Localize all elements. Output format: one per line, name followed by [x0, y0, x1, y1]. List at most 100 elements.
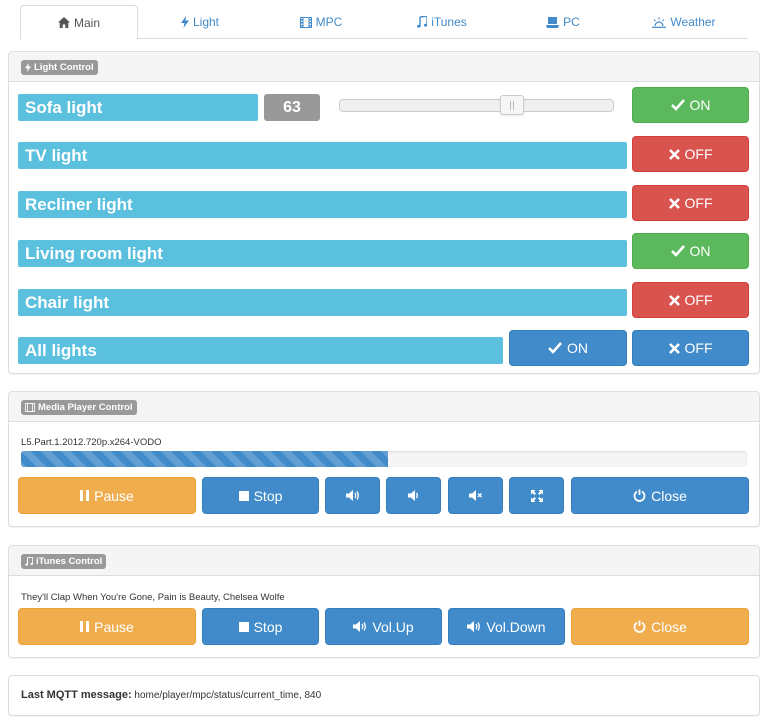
- all-lights-off-button[interactable]: OFF: [632, 330, 749, 366]
- button-label: Close: [651, 618, 687, 635]
- close-icon: [668, 294, 680, 306]
- bolt-icon: [180, 16, 189, 28]
- panel-title: iTunes Control: [36, 556, 103, 567]
- film-icon: [299, 16, 312, 28]
- chair-light-off-button[interactable]: OFF: [632, 282, 749, 318]
- button-label: Pause: [94, 618, 134, 635]
- volume-up-icon: [353, 621, 367, 632]
- computer-icon: [546, 16, 560, 28]
- button-label: OFF: [684, 340, 713, 356]
- tv-light-label: TV light: [18, 142, 627, 169]
- tab-label: Main: [73, 15, 100, 30]
- now-playing-text: L5.Part.1.2012.720p.x264-VODO: [21, 437, 162, 448]
- tab-itunes[interactable]: iTunes: [383, 5, 501, 39]
- all-lights-on-button[interactable]: ON: [509, 330, 627, 366]
- sun-icon: [652, 16, 667, 28]
- mqtt-status-panel: Last MQTT message: home/player/mpc/statu…: [8, 675, 760, 716]
- volume-down-icon: [467, 621, 481, 632]
- living-room-light-on-button[interactable]: ON: [632, 233, 749, 269]
- button-label: Stop: [253, 487, 283, 504]
- living-room-light-label: Living room light: [18, 240, 627, 267]
- film-icon: [25, 403, 35, 412]
- tab-main[interactable]: Main: [20, 5, 138, 40]
- itunes-volume-down-button[interactable]: Vol.Down: [448, 608, 565, 645]
- fullscreen-icon: [530, 489, 543, 502]
- itunes-volume-up-button[interactable]: Vol.Up: [325, 608, 442, 645]
- button-label: Pause: [94, 487, 134, 504]
- panel-title-badge: Media Player Control: [21, 400, 137, 415]
- itunes-pause-button[interactable]: Pause: [18, 608, 196, 645]
- button-label: Vol.Up: [372, 618, 414, 635]
- bolt-icon: [25, 63, 31, 72]
- close-icon: [668, 148, 680, 160]
- tab-label: PC: [563, 15, 580, 29]
- tab-mpc[interactable]: MPC: [262, 5, 380, 39]
- stop-icon: [238, 490, 249, 501]
- button-label: ON: [567, 340, 588, 356]
- panel-heading: iTunes Control: [9, 546, 759, 576]
- pause-icon: [80, 490, 90, 501]
- chair-light-label: Chair light: [18, 289, 627, 316]
- panel-heading: Media Player Control: [9, 392, 759, 422]
- power-icon: [633, 489, 646, 502]
- media-mute-button[interactable]: [448, 477, 503, 514]
- panel-heading: Light Control: [9, 52, 759, 82]
- volume-up-icon: [345, 490, 360, 501]
- mqtt-message: home/player/mpc/status/current_time, 840: [134, 690, 322, 701]
- button-label: Vol.Down: [486, 618, 546, 635]
- check-icon: [670, 99, 685, 111]
- tab-label: MPC: [315, 15, 343, 29]
- media-pause-button[interactable]: Pause: [18, 477, 196, 514]
- sofa-light-value-badge: 63: [264, 94, 320, 121]
- itunes-now-playing-text: They'll Clap When You're Gone, Pain is B…: [21, 592, 285, 603]
- check-icon: [548, 342, 562, 354]
- light-control-panel: Light Control Sofa light 63 ON TV light …: [8, 51, 760, 374]
- panel-title-badge: Light Control: [21, 60, 98, 75]
- media-progress-bar[interactable]: [21, 451, 747, 467]
- itunes-close-button[interactable]: Close: [571, 608, 749, 645]
- power-icon: [633, 620, 646, 633]
- tv-light-off-button[interactable]: OFF: [632, 136, 749, 172]
- media-fullscreen-button[interactable]: [509, 477, 564, 514]
- close-icon: [668, 197, 680, 209]
- tab-label: Light: [192, 15, 220, 29]
- button-label: ON: [689, 97, 711, 113]
- music-icon: [25, 557, 33, 566]
- media-volume-down-button[interactable]: [386, 477, 441, 514]
- media-close-button[interactable]: Close: [571, 477, 749, 514]
- recliner-light-label: Recliner light: [18, 191, 627, 218]
- media-volume-up-button[interactable]: [325, 477, 380, 514]
- sofa-light-on-button[interactable]: ON: [632, 87, 749, 123]
- panel-title: Media Player Control: [38, 402, 133, 413]
- sofa-light-slider-handle[interactable]: [500, 95, 525, 115]
- button-label: Stop: [253, 618, 283, 635]
- tab-light[interactable]: Light: [141, 5, 259, 39]
- tab-pc[interactable]: PC: [504, 5, 622, 39]
- mqtt-status-line: Last MQTT message: home/player/mpc/statu…: [21, 689, 321, 701]
- volume-off-icon: [469, 490, 482, 501]
- tab-label: Weather: [670, 15, 716, 29]
- panel-title-badge: iTunes Control: [21, 554, 107, 569]
- sofa-light-slider-track[interactable]: [339, 99, 614, 112]
- close-icon: [668, 342, 680, 354]
- check-icon: [670, 245, 685, 257]
- tab-label: iTunes: [431, 15, 467, 29]
- mqtt-label: Last MQTT message:: [21, 689, 132, 701]
- panel-title: Light Control: [34, 62, 94, 73]
- pause-icon: [80, 621, 90, 632]
- recliner-light-off-button[interactable]: OFF: [632, 185, 749, 221]
- button-label: OFF: [684, 292, 713, 308]
- media-player-control-panel: Media Player Control L5.Part.1.2012.720p…: [8, 391, 760, 527]
- button-label: OFF: [684, 146, 713, 162]
- tab-weather[interactable]: Weather: [625, 5, 743, 39]
- nav-tabs: Main Light MPC iTunes PC Weather: [20, 5, 748, 40]
- button-label: Close: [651, 487, 687, 504]
- media-progress-fill: [21, 451, 388, 467]
- stop-icon: [238, 621, 249, 632]
- button-label: ON: [689, 243, 711, 259]
- home-icon: [57, 17, 70, 28]
- itunes-stop-button[interactable]: Stop: [202, 608, 319, 645]
- volume-down-icon: [408, 490, 419, 501]
- media-stop-button[interactable]: Stop: [202, 477, 319, 514]
- sofa-light-label: Sofa light: [18, 94, 258, 121]
